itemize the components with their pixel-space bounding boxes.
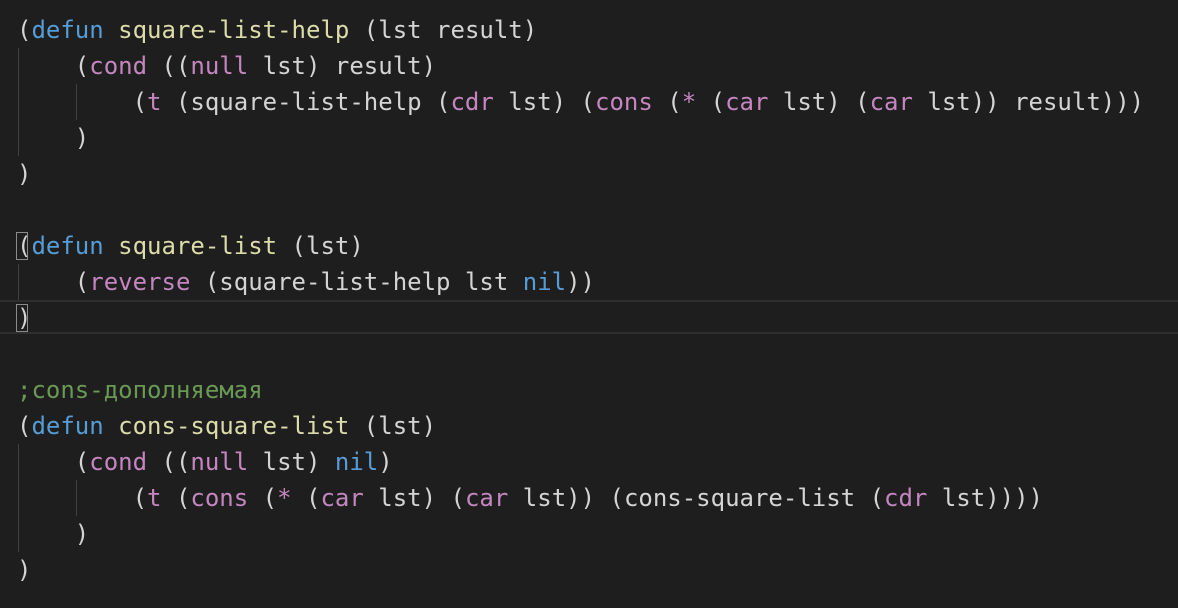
code-token: (lst) xyxy=(277,232,364,260)
code-editor[interactable]: (defun square-list-help (lst result) (co… xyxy=(0,0,1178,608)
code-token: ( xyxy=(17,232,32,260)
code-token: ( xyxy=(161,484,191,512)
code-token: car xyxy=(464,484,509,512)
code-line-text: ;cons-дополняемая xyxy=(17,372,263,408)
code-token: ( xyxy=(17,52,90,80)
code-token: cond xyxy=(89,52,148,80)
code-token: cons-square-list xyxy=(118,412,350,440)
code-token: ) xyxy=(17,304,32,332)
code-line-text: (cond ((null lst) result) xyxy=(17,48,436,84)
code-token: ) xyxy=(17,520,90,548)
code-token: defun xyxy=(31,412,104,440)
code-token: cdr xyxy=(450,88,494,116)
code-line[interactable]: ) xyxy=(0,120,1178,156)
code-token: (lst result) xyxy=(349,16,538,44)
code-token: (( xyxy=(147,52,191,80)
code-token: ( xyxy=(17,448,90,476)
code-line[interactable]: (defun square-list-help (lst result) xyxy=(0,12,1178,48)
code-token: car xyxy=(869,88,913,116)
code-token: lst) xyxy=(248,448,335,476)
code-line[interactable]: (defun square-list (lst) xyxy=(0,228,1178,264)
code-token: cons xyxy=(595,88,653,116)
code-token: square-list-help xyxy=(118,16,350,44)
code-line-text: ) xyxy=(17,156,31,192)
code-line-text: ) xyxy=(17,300,31,336)
code-token: ( xyxy=(696,88,726,116)
code-line-text: (defun cons-square-list (lst) xyxy=(17,408,436,444)
code-token: lst)) (cons-square-list ( xyxy=(508,484,885,512)
code-token: cdr xyxy=(884,484,928,512)
code-token: reverse xyxy=(89,268,191,296)
code-token: cons xyxy=(190,484,249,512)
code-line[interactable]: ) xyxy=(0,552,1178,588)
code-token: lst) ( xyxy=(363,484,465,512)
code-token: * xyxy=(681,88,697,116)
code-line-text: (defun square-list-help (lst result) xyxy=(17,12,537,48)
code-line-text: ) xyxy=(17,120,89,156)
code-token: ( xyxy=(17,412,32,440)
code-line-text: (t (square-list-help (cdr lst) (cons (* … xyxy=(17,84,1145,120)
code-token: car xyxy=(320,484,364,512)
code-line-text: (t (cons (* (car lst) (car lst)) (cons-s… xyxy=(17,480,1043,516)
code-token: ( xyxy=(248,484,278,512)
code-token: t xyxy=(147,88,162,116)
code-token: lst)))) xyxy=(927,484,1043,512)
code-line[interactable]: (defun cons-square-list (lst) xyxy=(0,408,1178,444)
code-line[interactable]: ;cons-дополняемая xyxy=(0,372,1178,408)
code-line[interactable]: (t (cons (* (car lst) (car lst)) (cons-s… xyxy=(0,480,1178,516)
code-token: ) xyxy=(17,160,32,188)
code-token: ( xyxy=(291,484,321,512)
code-line[interactable]: ) xyxy=(0,516,1178,552)
code-token: ;cons-дополняемая xyxy=(17,376,263,404)
code-token: defun xyxy=(31,232,104,260)
code-token: * xyxy=(277,484,292,512)
code-token: square-list xyxy=(118,232,278,260)
code-line-text: ) xyxy=(17,516,89,552)
code-token: lst) ( xyxy=(493,88,595,116)
code-line-text: ) xyxy=(17,552,31,588)
code-token: (( xyxy=(147,448,191,476)
code-token: nil xyxy=(522,268,567,296)
code-token: car xyxy=(725,88,769,116)
code-token: (square-list-help ( xyxy=(161,88,451,116)
code-token: ) xyxy=(17,124,90,152)
code-token: nil xyxy=(334,448,379,476)
code-token: ( xyxy=(652,88,682,116)
code-token: cond xyxy=(89,448,148,476)
code-line-text: (cond ((null lst) nil) xyxy=(17,444,393,480)
code-token: (square-list-help lst xyxy=(190,268,523,296)
code-line[interactable]: ) xyxy=(0,300,1178,336)
code-token: ) xyxy=(378,448,393,476)
code-token: (lst) xyxy=(349,412,437,440)
code-token: ( xyxy=(17,484,148,512)
code-token: lst) ( xyxy=(768,88,870,116)
code-line[interactable]: ) xyxy=(0,156,1178,192)
code-line-text: (reverse (square-list-help lst nil)) xyxy=(17,264,595,300)
code-line[interactable]: (t (square-list-help (cdr lst) (cons (* … xyxy=(0,84,1178,120)
code-token: defun xyxy=(31,16,104,44)
code-token: lst)) result))) xyxy=(912,88,1145,116)
code-token: null xyxy=(190,52,249,80)
code-token: ( xyxy=(17,268,90,296)
code-line[interactable]: (cond ((null lst) nil) xyxy=(0,444,1178,480)
code-line[interactable]: (cond ((null lst) result) xyxy=(0,48,1178,84)
code-token: t xyxy=(147,484,162,512)
code-token: )) xyxy=(566,268,596,296)
code-line[interactable] xyxy=(0,336,1178,372)
code-line[interactable]: (reverse (square-list-help lst nil)) xyxy=(0,264,1178,300)
code-token: ( xyxy=(17,16,32,44)
code-token: null xyxy=(190,448,249,476)
code-token: ) xyxy=(17,556,32,584)
code-line-text: (defun square-list (lst) xyxy=(17,228,364,264)
code-token: ( xyxy=(17,88,148,116)
code-token: lst) result) xyxy=(248,52,437,80)
code-line[interactable] xyxy=(0,192,1178,228)
